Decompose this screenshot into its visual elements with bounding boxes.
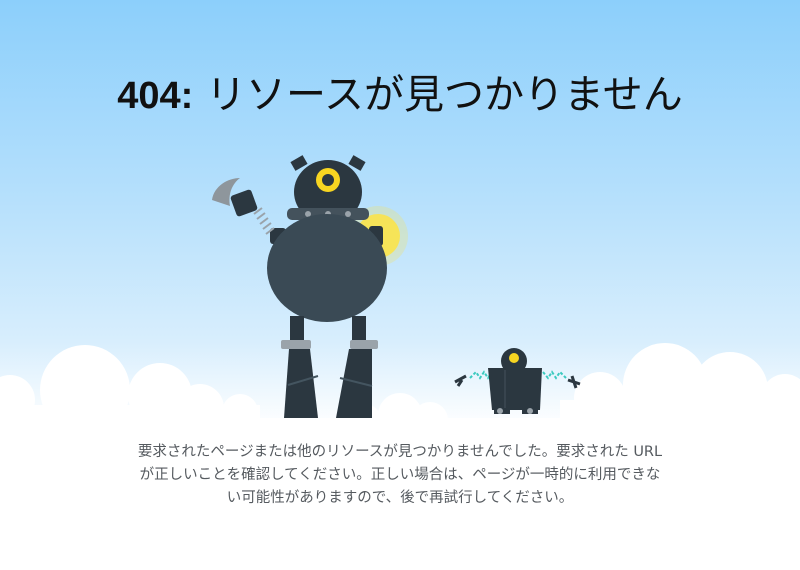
message-line-1: 要求されたページまたは他のリソースが見つかりませんでした。要求された URL [137,444,663,460]
error-message: 要求されたページまたは他のリソースが見つかりませんでした。要求された URL が… [100,441,700,510]
message-line-3: い可能性がありますので、後で再試行してください。 [226,490,574,506]
robot-left-leg [284,349,318,418]
robot-body [267,214,387,322]
large-robot-illustration [212,155,408,418]
robot-arm [212,178,286,244]
small-robot-body [488,368,542,410]
error-code: 404: [117,75,194,117]
robot-right-leg [336,349,372,418]
title-text: リソースが見つかりません [205,72,683,118]
message-line-2: が正しいことを確認してください。正しい場合は、ページが一時的に利用できな [139,467,661,483]
small-robot-eye-icon [509,353,519,363]
page-title: 404: リソースが見つかりません [0,70,800,121]
error-page: 404: リソースが見つかりません 要求されたページまたは他のリソースが見つかり… [0,0,800,570]
